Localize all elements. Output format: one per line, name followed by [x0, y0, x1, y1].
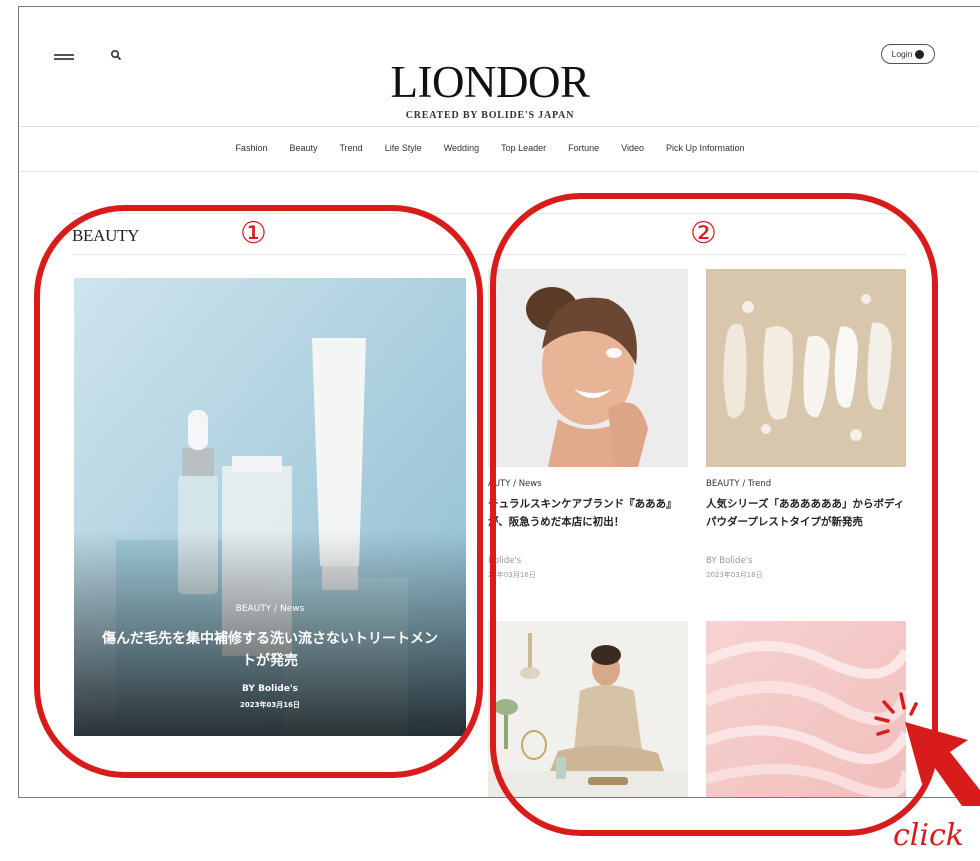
- card-author: Bolide's: [488, 556, 522, 566]
- card-title[interactable]: チュラルスキンケアブランド『あああ』が、阪急うめだ本店に初出！: [488, 495, 688, 531]
- featured-author: BY Bolide's: [242, 684, 298, 694]
- article-card[interactable]: AUTY / News チュラルスキンケアブランド『あああ』が、阪急うめだ本店に…: [488, 269, 688, 599]
- card-category[interactable]: AUTY / News: [488, 479, 542, 489]
- card-category[interactable]: BEAUTY / Trend: [706, 479, 771, 489]
- nav-item-life-style[interactable]: Life Style: [385, 143, 422, 153]
- nav-item-video[interactable]: Video: [621, 143, 644, 153]
- nav-item-beauty[interactable]: Beauty: [289, 143, 317, 153]
- article-card[interactable]: [706, 621, 906, 797]
- main-nav: Fashion Beauty Trend Life Style Wedding …: [0, 143, 980, 153]
- featured-category[interactable]: BEAUTY / News: [74, 604, 466, 614]
- article-card[interactable]: [488, 621, 688, 797]
- card-date: 23年03月16日: [488, 571, 536, 579]
- nav-item-fashion[interactable]: Fashion: [235, 143, 267, 153]
- card-image-woman-skincare: [488, 269, 688, 467]
- marker-2: ②: [690, 216, 717, 251]
- nav-item-trend[interactable]: Trend: [340, 143, 363, 153]
- nav-item-top-leader[interactable]: Top Leader: [501, 143, 546, 153]
- nav-divider: [20, 171, 978, 172]
- card-date: 2023年03月16日: [706, 571, 763, 579]
- nav-item-pick-up[interactable]: Pick Up Information: [666, 143, 745, 153]
- featured-title[interactable]: 傷んだ毛先を集中補修する洗い流さないトリートメントが発売: [74, 628, 466, 672]
- card-image-pink-cream: [706, 621, 906, 797]
- site-logo[interactable]: LIONDOR: [0, 60, 980, 105]
- nav-item-fortune[interactable]: Fortune: [568, 143, 599, 153]
- nav-item-wedding[interactable]: Wedding: [444, 143, 479, 153]
- featured-date: 2023年03月16日: [240, 701, 300, 709]
- section-divider-bottom: [72, 254, 906, 255]
- site-tagline: CREATED BY BOLIDE'S JAPAN: [405, 110, 575, 121]
- section-title: BEAUTY: [72, 226, 140, 245]
- click-label: click: [893, 818, 964, 853]
- section-divider-top: [72, 213, 906, 214]
- article-card[interactable]: BEAUTY / Trend 人気シリーズ「ああああああ」からボディパウダープレ…: [706, 269, 906, 599]
- card-image-cream-swatches: [706, 269, 906, 467]
- login-label: Login: [891, 49, 913, 59]
- card-author: BY Bolide's: [706, 556, 753, 566]
- card-image-woman-bed: [488, 621, 688, 797]
- card-title[interactable]: 人気シリーズ「ああああああ」からボディパウダープレストタイプが新発売: [706, 495, 906, 531]
- user-icon: [915, 49, 925, 59]
- header-divider: [20, 126, 978, 127]
- featured-article[interactable]: BEAUTY / News 傷んだ毛先を集中補修する洗い流さないトリートメントが…: [74, 278, 466, 736]
- marker-1: ①: [240, 216, 267, 251]
